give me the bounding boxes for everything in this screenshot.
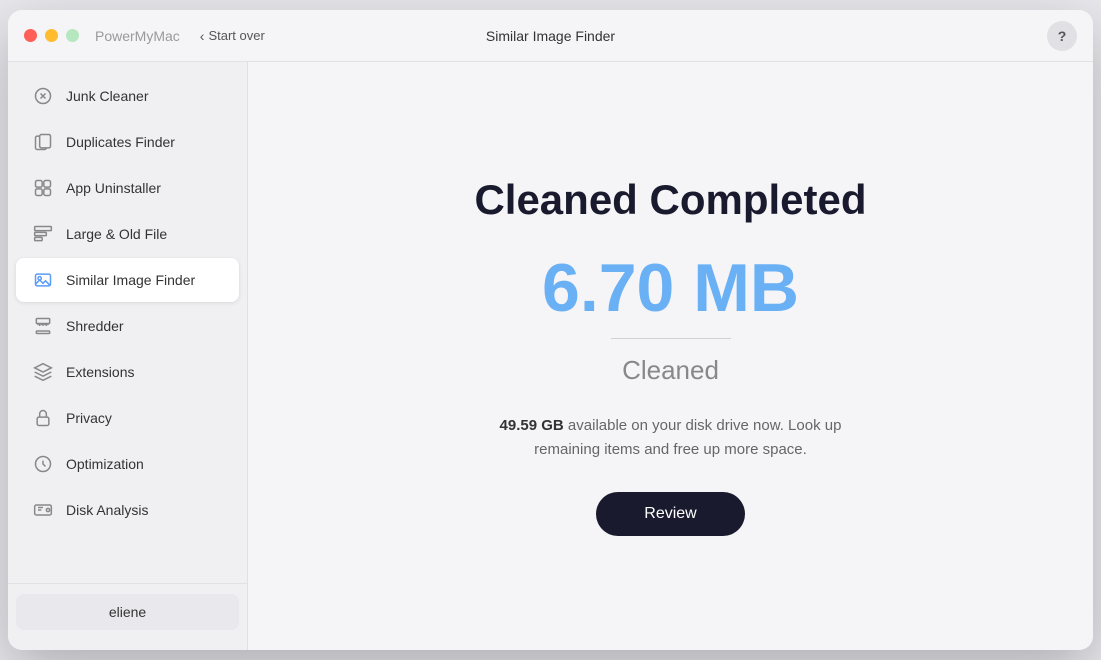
traffic-lights: [24, 29, 79, 42]
privacy-icon: [32, 407, 54, 429]
app-uninstaller-icon: [32, 177, 54, 199]
sidebar-item-label: Large & Old File: [66, 226, 167, 242]
disk-info: 49.59 GB available on your disk drive no…: [481, 414, 861, 462]
sidebar-item-label: App Uninstaller: [66, 180, 161, 196]
duplicates-finder-icon: [32, 131, 54, 153]
shredder-icon: [32, 315, 54, 337]
cleaned-title: Cleaned Completed: [474, 176, 866, 224]
sidebar-item-label: Junk Cleaner: [66, 88, 149, 104]
sidebar-item-label: Privacy: [66, 410, 112, 426]
sidebar-item-label: Extensions: [66, 364, 134, 380]
sidebar-item-similar-image-finder[interactable]: Similar Image Finder: [16, 258, 239, 302]
sidebar-item-label: Similar Image Finder: [66, 272, 195, 288]
large-old-file-icon: [32, 223, 54, 245]
sidebar-item-optimization[interactable]: Optimization: [16, 442, 239, 486]
similar-image-finder-icon: [32, 269, 54, 291]
sidebar-item-disk-analysis[interactable]: Disk Analysis: [16, 488, 239, 532]
sidebar-footer: eliene: [8, 583, 247, 640]
titlebar: PowerMyMac ‹ Start over Similar Image Fi…: [8, 10, 1093, 62]
disk-message: available on your disk drive now. Look u…: [534, 417, 841, 458]
minimize-button[interactable]: [45, 29, 58, 42]
sidebar-item-label: Disk Analysis: [66, 502, 148, 518]
start-over-label: Start over: [208, 28, 264, 43]
sidebar-item-large-old-file[interactable]: Large & Old File: [16, 212, 239, 256]
maximize-button[interactable]: [66, 29, 79, 42]
chevron-left-icon: ‹: [200, 28, 205, 44]
sidebar-item-app-uninstaller[interactable]: App Uninstaller: [16, 166, 239, 210]
sidebar-item-label: Optimization: [66, 456, 144, 472]
review-button[interactable]: Review: [596, 492, 744, 536]
disk-analysis-icon: [32, 499, 54, 521]
help-icon: ?: [1058, 28, 1067, 44]
cleaned-label: Cleaned: [622, 355, 719, 386]
sidebar-item-label: Duplicates Finder: [66, 134, 175, 150]
sidebar-items: Junk Cleaner Duplicates Finder: [8, 72, 247, 583]
main-area: Junk Cleaner Duplicates Finder: [8, 62, 1093, 650]
sidebar-item-label: Shredder: [66, 318, 124, 334]
extensions-icon: [32, 361, 54, 383]
sidebar-item-junk-cleaner[interactable]: Junk Cleaner: [16, 74, 239, 118]
cleaned-size: 6.70 MB: [542, 254, 799, 322]
window-title: Similar Image Finder: [486, 28, 615, 44]
app-window: PowerMyMac ‹ Start over Similar Image Fi…: [8, 10, 1093, 650]
disk-size: 49.59 GB: [500, 417, 564, 434]
sidebar-item-duplicates-finder[interactable]: Duplicates Finder: [16, 120, 239, 164]
content-area: Cleaned Completed 6.70 MB Cleaned 49.59 …: [248, 62, 1093, 650]
close-button[interactable]: [24, 29, 37, 42]
sidebar: Junk Cleaner Duplicates Finder: [8, 62, 248, 650]
app-name: PowerMyMac: [95, 28, 180, 44]
optimization-icon: [32, 453, 54, 475]
user-button[interactable]: eliene: [16, 594, 239, 630]
sidebar-item-shredder[interactable]: Shredder: [16, 304, 239, 348]
size-divider: [611, 338, 731, 339]
start-over-button[interactable]: ‹ Start over: [200, 28, 265, 44]
junk-cleaner-icon: [32, 85, 54, 107]
help-button[interactable]: ?: [1047, 21, 1077, 51]
sidebar-item-extensions[interactable]: Extensions: [16, 350, 239, 394]
sidebar-item-privacy[interactable]: Privacy: [16, 396, 239, 440]
